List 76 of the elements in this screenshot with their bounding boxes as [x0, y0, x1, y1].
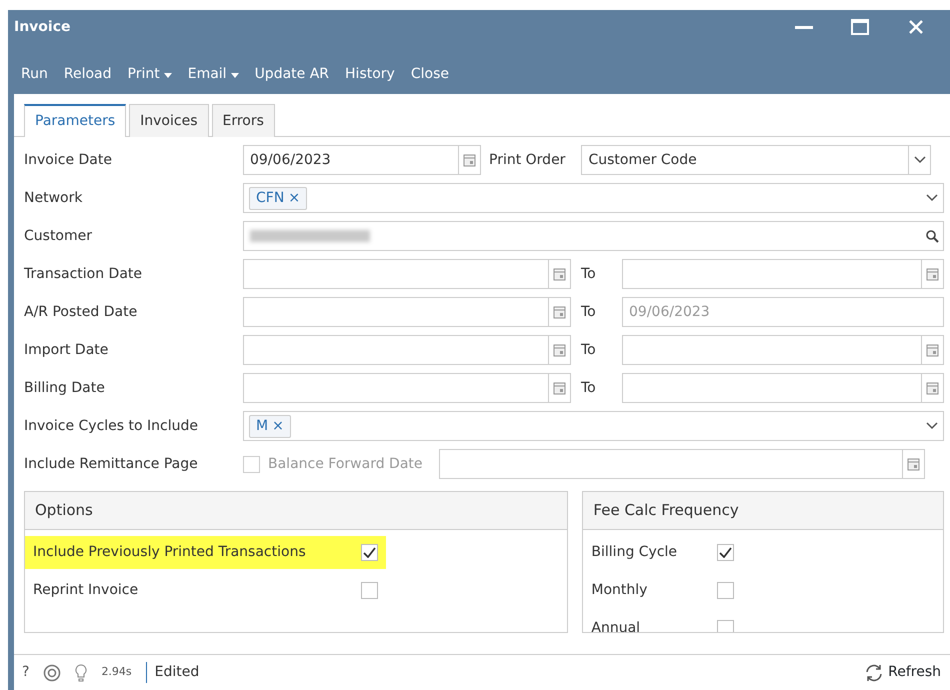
field-label: Print Order	[489, 150, 566, 170]
calendar-icon[interactable]	[926, 344, 939, 356]
date-field[interactable]: 09/06/2023	[243, 145, 481, 175]
field-label: Invoice Cycles to Include	[24, 416, 199, 436]
field-label: To	[580, 302, 597, 322]
date-field[interactable]	[243, 297, 571, 327]
window-title: Invoice	[14, 18, 72, 36]
tab[interactable]: Parameters	[24, 104, 126, 137]
field-label: Import Date	[24, 340, 110, 360]
calendar-icon[interactable]	[553, 268, 566, 280]
lightbulb-icon[interactable]	[75, 664, 88, 682]
date-field[interactable]	[622, 373, 944, 403]
checkbox-label: Include Previously Printed Transactions	[33, 543, 307, 562]
lookup-field[interactable]	[243, 221, 944, 251]
group-header: Fee Calc Frequency	[583, 492, 943, 530]
field-label: Invoice Date	[24, 150, 113, 170]
minimize-icon[interactable]	[795, 26, 813, 28]
close-icon[interactable]	[909, 20, 923, 34]
maximize-icon[interactable]	[851, 19, 869, 35]
field-label: Include Remittance Page	[24, 454, 199, 474]
tag-chip[interactable]: M ×	[249, 414, 291, 438]
toolbar-button[interactable]: Update AR	[248, 60, 336, 88]
checkbox[interactable]	[361, 544, 378, 561]
field-label: To	[580, 378, 597, 398]
calendar-icon[interactable]	[463, 154, 476, 166]
calendar-icon[interactable]	[926, 382, 939, 394]
checkbox-label: Annual	[591, 619, 642, 632]
checkbox-label: Billing Cycle	[591, 543, 678, 562]
tag-chip[interactable]: CFN ×	[249, 186, 308, 210]
help-button[interactable]: ?	[22, 662, 30, 683]
dropdown-field[interactable]: Customer Code	[581, 145, 932, 175]
checkbox[interactable]	[717, 544, 734, 561]
field-label: Transaction Date	[24, 264, 144, 284]
date-field[interactable]	[622, 259, 944, 289]
toolbar-button[interactable]: Reload	[56, 60, 118, 88]
tag-field[interactable]: CFN ×	[243, 183, 944, 213]
field-label: To	[580, 340, 597, 360]
calendar-icon[interactable]	[553, 344, 566, 356]
remove-tag-button[interactable]: ×	[272, 416, 284, 436]
elapsed-time: 2.94s	[101, 664, 132, 680]
tab[interactable]: Invoices	[129, 104, 208, 137]
refresh-button[interactable]: Refresh	[863, 661, 942, 684]
refresh-icon[interactable]	[864, 664, 884, 682]
field-label: Billing Date	[24, 378, 106, 398]
checkbox[interactable]	[717, 620, 734, 632]
status-text: Edited	[146, 662, 200, 683]
checkbox-label: Balance Forward Date	[268, 454, 422, 474]
chevron-down-icon[interactable]	[926, 422, 938, 430]
dropdown-button[interactable]: Email	[180, 60, 246, 88]
chevron-down-icon[interactable]	[914, 156, 926, 164]
checkbox-label: Reprint Invoice	[33, 581, 140, 600]
checkbox[interactable]	[717, 582, 734, 599]
field-label: A/R Posted Date	[24, 302, 138, 322]
date-field[interactable]	[243, 335, 571, 365]
search-icon[interactable]	[926, 230, 938, 242]
field-label: To	[580, 264, 597, 284]
toolbar-button[interactable]: Run	[14, 60, 55, 88]
checkbox-label: Monthly	[591, 581, 648, 600]
calendar-icon[interactable]	[926, 268, 939, 280]
calendar-icon[interactable]	[553, 382, 566, 394]
date-field[interactable]	[243, 259, 571, 289]
date-field[interactable]	[622, 335, 944, 365]
tag-field[interactable]: M ×	[243, 411, 944, 441]
toolbar-button[interactable]: Close	[404, 60, 456, 88]
group-header: Options	[25, 492, 568, 530]
field-label: Customer	[24, 226, 94, 246]
calendar-icon[interactable]	[553, 306, 566, 318]
date-field[interactable]	[243, 373, 571, 403]
lifebuoy-icon[interactable]	[43, 664, 62, 682]
checkbox[interactable]	[361, 582, 378, 599]
toolbar-button[interactable]: History	[338, 60, 402, 88]
remove-tag-button[interactable]: ×	[288, 188, 300, 208]
tab[interactable]: Errors	[212, 104, 275, 137]
dropdown-button[interactable]: Print	[120, 60, 179, 88]
field-label: Network	[24, 188, 84, 208]
chevron-down-icon[interactable]	[926, 194, 938, 202]
